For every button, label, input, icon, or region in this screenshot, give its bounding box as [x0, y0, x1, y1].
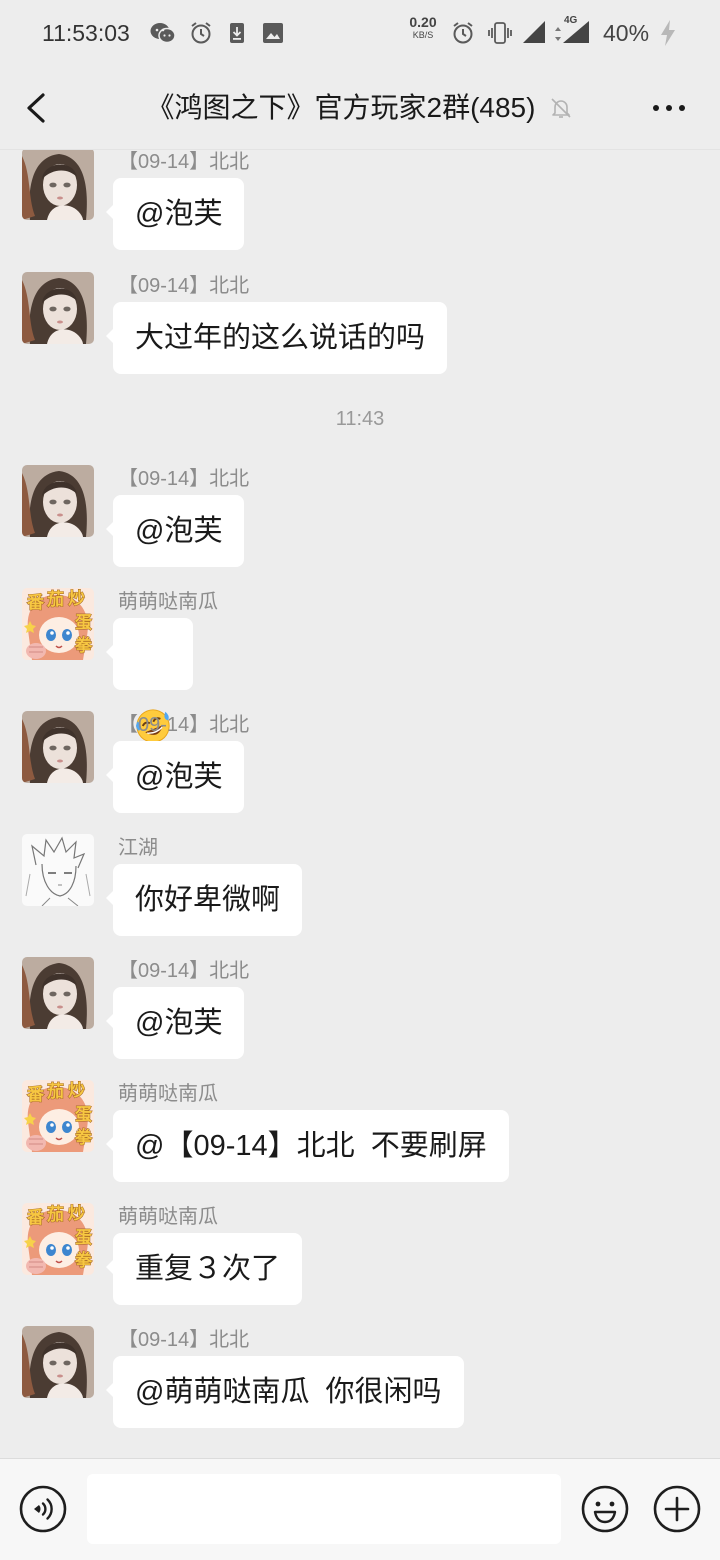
sender-name: 【09-14】北北 — [118, 151, 250, 173]
avatar-lettering: 蛋 — [75, 1228, 92, 1247]
avatar-lettering: 茄 — [46, 1204, 64, 1224]
message-bubble[interactable]: @泡芙 — [105, 495, 245, 567]
bell-off-icon — [551, 98, 572, 118]
message-row: 江湖 你好卑微啊 — [0, 834, 720, 938]
avatar-lettering: 番 — [26, 593, 45, 612]
voice-icon[interactable] — [19, 1485, 67, 1533]
message-row: 【09-14】北北 @泡芙 — [0, 957, 720, 1061]
sender-name: 【09-14】北北 — [118, 1329, 250, 1351]
avatar-lettering: 茄 — [46, 589, 64, 609]
message-bubble[interactable]: 你好卑微啊 — [105, 864, 303, 936]
message-row: 【09-14】北北 @泡芙 — [0, 711, 720, 815]
signal-icon — [523, 21, 545, 43]
avatar-lettering: 炒 — [68, 589, 85, 608]
emoji-icon[interactable] — [581, 1485, 629, 1533]
sender-name: 萌萌哒南瓜 — [118, 591, 218, 613]
avatar-lettering: 拳 — [74, 1127, 93, 1147]
avatar-lettering: 拳 — [74, 635, 93, 655]
sender-name: 【09-14】北北 — [118, 275, 250, 297]
vibrate-icon — [488, 22, 512, 44]
avatar[interactable] — [22, 465, 94, 537]
avatar-lettering: 蛋 — [75, 1105, 92, 1124]
avatar-lettering: 番 — [26, 1208, 45, 1227]
battery-level: 40% — [603, 20, 650, 46]
message-row: 番 茄 炒 蛋 拳 萌萌哒南瓜 @【09-14】北北 不要刷屏 — [0, 1080, 720, 1184]
message-bubble[interactable]: @【09-14】北北 不要刷屏 — [106, 1110, 509, 1182]
avatar[interactable] — [22, 711, 94, 783]
data-arrows-icon — [555, 27, 561, 41]
sender-name: 【09-14】北北 — [118, 714, 250, 736]
avatar-lettering: 番 — [26, 1085, 45, 1104]
clock: 11:53:03 — [42, 20, 130, 46]
message-row: 番 茄 炒 蛋 拳 萌萌哒南瓜 重复３次了 — [0, 1203, 720, 1307]
message-bubble[interactable]: @泡芙 — [105, 178, 245, 250]
avatar[interactable] — [22, 957, 94, 1029]
avatar[interactable]: 番 茄 炒 蛋 拳 — [22, 1080, 94, 1152]
message-row: 番 茄 炒 蛋 拳 萌萌哒南瓜 — [0, 588, 720, 743]
message-row: 【09-14】北北 大过年的这么说话的吗 — [0, 272, 720, 376]
avatar[interactable]: 番 茄 炒 蛋 拳 — [22, 588, 94, 660]
chat-header: 《鸿图之下》官方玩家2群(485) — [0, 66, 720, 150]
sender-name: 江湖 — [118, 837, 158, 859]
network-speed-unit: KB/S — [412, 30, 434, 40]
sender-name: 萌萌哒南瓜 — [118, 1083, 218, 1105]
message-bubble[interactable]: @萌萌哒南瓜 你很闲吗 — [106, 1356, 464, 1428]
sender-name: 【09-14】北北 — [118, 468, 250, 490]
avatar[interactable]: 番 茄 炒 蛋 拳 — [22, 1203, 94, 1275]
alarm-icon — [453, 22, 473, 44]
wechat-icon — [150, 23, 176, 44]
avatar[interactable] — [22, 1326, 94, 1398]
message-bubble[interactable]: @泡芙 — [105, 741, 245, 813]
message-row: 【09-14】北北 @泡芙 — [0, 150, 720, 252]
avatar[interactable] — [22, 834, 94, 906]
avatar-lettering: 茄 — [46, 1081, 64, 1101]
avatar[interactable] — [22, 272, 94, 344]
avatar-lettering: 蛋 — [75, 613, 92, 632]
more-dots-icon[interactable] — [650, 104, 688, 112]
alarm-icon — [191, 22, 211, 44]
message-bubble[interactable] — [106, 618, 193, 743]
message-bubble[interactable]: 大过年的这么说话的吗 — [105, 302, 448, 374]
download-icon — [230, 23, 244, 43]
avatar[interactable] — [22, 150, 94, 220]
signal-4g-icon — [563, 21, 589, 43]
title-group: 《鸿图之下》官方玩家2群(485) — [0, 91, 720, 125]
message-bubble[interactable]: 重复３次了 — [105, 1233, 303, 1305]
sender-name: 【09-14】北北 — [118, 960, 250, 982]
plus-icon[interactable] — [653, 1485, 701, 1533]
image-icon — [263, 23, 283, 43]
chat-area: 【09-14】北北 @泡芙 【09-14】北北 大过年的这么说话的吗 11:43… — [0, 150, 720, 1458]
avatar-lettering: 炒 — [68, 1204, 85, 1223]
message-row: 【09-14】北北 @泡芙 — [0, 465, 720, 569]
network-speed-value: 0.20 — [409, 14, 437, 30]
message-bubble[interactable]: @泡芙 — [105, 987, 245, 1059]
avatar-lettering: 炒 — [68, 1081, 85, 1100]
network-speed: 0.20 KB/S — [404, 15, 442, 41]
avatar-lettering: 拳 — [74, 1250, 93, 1270]
status-bar: 11:53:03 0.20 KB/S 4G 40% — [0, 0, 720, 66]
charging-icon — [661, 20, 675, 46]
message-input[interactable] — [87, 1474, 561, 1544]
sender-name: 萌萌哒南瓜 — [118, 1206, 218, 1228]
message-row: 【09-14】北北 @萌萌哒南瓜 你很闲吗 — [0, 1326, 720, 1430]
page-title: 《鸿图之下》官方玩家2群(485) — [146, 92, 536, 123]
input-bar — [0, 1458, 720, 1560]
timestamp: 11:43 — [335, 408, 385, 430]
